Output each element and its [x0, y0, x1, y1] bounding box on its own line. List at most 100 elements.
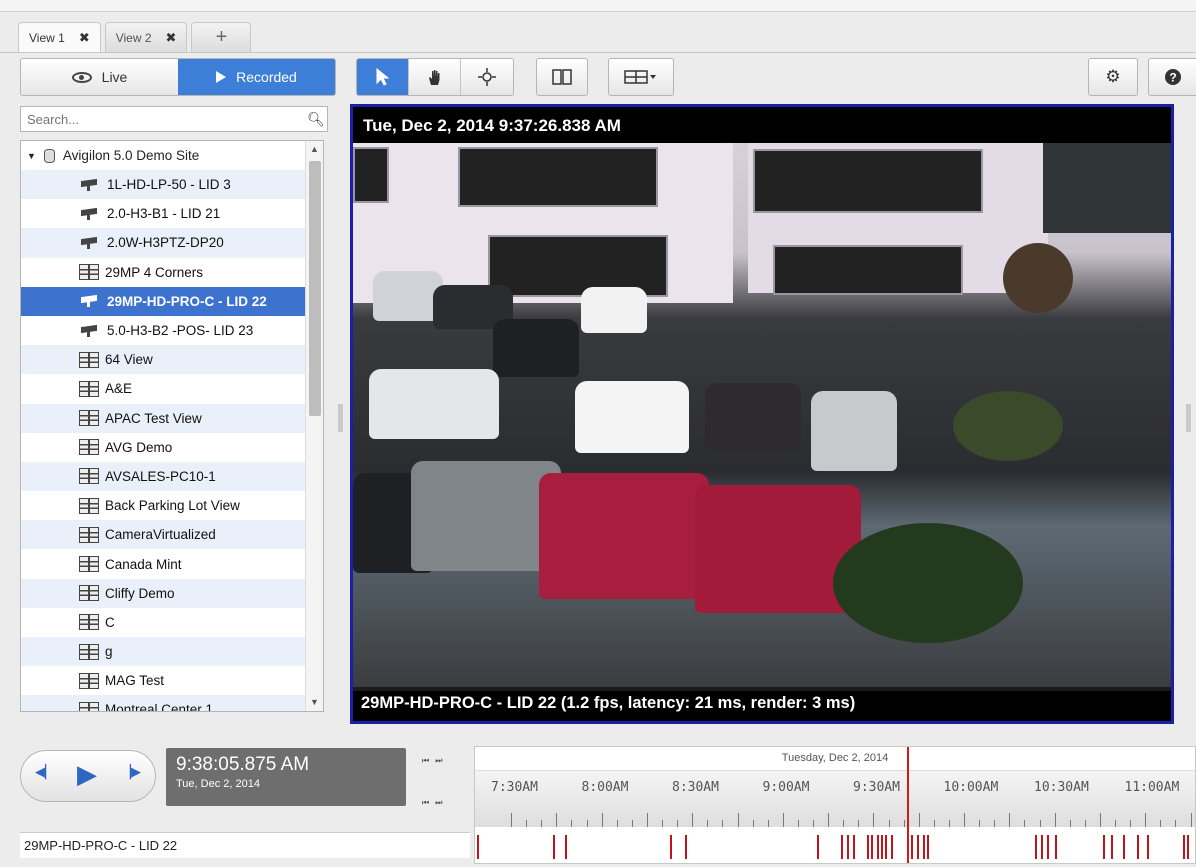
- timeline-tick: [1175, 820, 1177, 827]
- pan-tool-button[interactable]: [409, 59, 461, 95]
- step-forward-icon[interactable]: ▕▶: [121, 764, 141, 780]
- question-icon: ?: [1164, 69, 1181, 85]
- tree-item[interactable]: g: [21, 637, 323, 667]
- tree-item[interactable]: C: [21, 607, 323, 637]
- view-layout-icon: [79, 526, 99, 543]
- tree-item[interactable]: APAC Test View: [21, 403, 323, 433]
- tab-label: View 1: [29, 30, 65, 45]
- recording-segment: [847, 835, 849, 859]
- tree-item[interactable]: 1L-HD-LP-50 - LID 3: [21, 170, 323, 200]
- close-icon[interactable]: ✖: [166, 30, 177, 46]
- settings-button[interactable]: ⚙: [1088, 58, 1138, 96]
- timeline-tick: [1024, 820, 1026, 827]
- timeline-tick: [616, 820, 618, 827]
- tree-item[interactable]: 29MP-HD-PRO-C - LID 22: [21, 286, 323, 316]
- view-layout-icon: [79, 380, 99, 397]
- tree-item[interactable]: 2.0W-H3PTZ-DP20: [21, 228, 323, 258]
- tree-item[interactable]: AVSALES-PC10-1: [21, 461, 323, 492]
- tree-item[interactable]: 29MP 4 Corners: [21, 257, 323, 287]
- scroll-down-icon[interactable]: ▼: [310, 697, 319, 707]
- map-button[interactable]: [536, 58, 588, 96]
- timeline-tick: [526, 820, 528, 827]
- timeline-tick: [1054, 813, 1056, 827]
- tree-scrollbar[interactable]: ▲ ▼: [305, 141, 323, 711]
- recording-segment: [817, 835, 819, 859]
- camera-icon: [79, 324, 101, 338]
- right-splitter-handle[interactable]: [1186, 404, 1191, 432]
- site-root-node[interactable]: ▼ Avigilon 5.0 Demo Site: [21, 141, 323, 170]
- select-tool-button[interactable]: [357, 59, 409, 95]
- step-back-icon[interactable]: ◀▏: [35, 764, 55, 780]
- view-layout-icon: [79, 264, 99, 281]
- help-button[interactable]: ?: [1148, 58, 1196, 96]
- ptz-tool-button[interactable]: [461, 59, 513, 95]
- timeline-tick: [782, 813, 784, 827]
- timeline-jump-top-icon[interactable]: ⏮⏭: [422, 756, 448, 766]
- collapse-caret-icon[interactable]: ▼: [27, 151, 36, 161]
- tree-item[interactable]: Montreal Center 1: [21, 695, 323, 711]
- recording-segment: [1041, 835, 1043, 859]
- view-layout-icon: [79, 556, 99, 573]
- recorded-button[interactable]: Recorded: [178, 59, 335, 95]
- layout-dropdown-button[interactable]: [608, 58, 674, 96]
- timeline-date-header: Tuesday, Dec 2, 2014: [475, 747, 1195, 771]
- tree-item[interactable]: Canada Mint: [21, 549, 323, 579]
- timeline-tick: [752, 820, 754, 827]
- timeline-cursor[interactable]: [907, 747, 909, 863]
- tree-item[interactable]: AVG Demo: [21, 432, 323, 462]
- tree-item[interactable]: MAG Test: [21, 666, 323, 696]
- search-icon[interactable]: 🔍︎: [305, 111, 327, 128]
- tree-item[interactable]: A&E: [21, 374, 323, 404]
- tree-item[interactable]: 2.0-H3-B1 - LID 21: [21, 199, 323, 229]
- timeline-tick: [888, 820, 890, 827]
- close-icon[interactable]: ✖: [79, 30, 90, 46]
- tab-view-2[interactable]: View 2 ✖: [104, 22, 188, 52]
- tree-item[interactable]: Cliffy Demo: [21, 578, 323, 608]
- search-input[interactable]: [21, 111, 305, 127]
- live-label: Live: [101, 69, 128, 85]
- recording-segment: [923, 835, 925, 859]
- view-layout-icon: [79, 701, 99, 711]
- recording-segment: [1147, 835, 1149, 859]
- timeline-tick: [707, 820, 709, 827]
- recorded-label: Recorded: [236, 69, 297, 85]
- tree-item-label: 2.0W-H3PTZ-DP20: [107, 235, 224, 251]
- tree-item[interactable]: CameraVirtualized: [21, 520, 323, 550]
- recording-segment: [867, 835, 869, 859]
- scroll-thumb[interactable]: [309, 161, 321, 416]
- video-caption: 29MP-HD-PRO-C - LID 22 (1.2 fps, latency…: [353, 687, 1171, 721]
- add-tab-button[interactable]: +: [191, 22, 252, 52]
- left-splitter-handle[interactable]: [338, 404, 343, 432]
- timeline-tick: [646, 813, 648, 827]
- recording-segment: [553, 835, 555, 859]
- timeline-label: 8:00AM: [581, 780, 629, 795]
- timeline[interactable]: Tuesday, Dec 2, 2014 7:30AM 8:00AM 8:30AM 9…: [474, 746, 1196, 864]
- camera-search: 🔍︎: [20, 106, 328, 132]
- timeline-tick: [797, 820, 799, 827]
- camera-icon: [79, 236, 101, 250]
- video-tile[interactable]: Tue, Dec 2, 2014 9:37:26.838 AM 29MP-HD-…: [350, 104, 1174, 724]
- live-button[interactable]: Live: [21, 59, 178, 95]
- recording-segment: [1187, 835, 1189, 859]
- timeline-tick: [1190, 813, 1192, 827]
- timeline-tick: [692, 813, 694, 827]
- tab-view-1[interactable]: View 1 ✖: [18, 22, 101, 52]
- recording-segment: [891, 835, 893, 859]
- tree-item-label: g: [105, 644, 113, 660]
- timeline-tick: [586, 820, 588, 827]
- timeline-tick: [767, 820, 769, 827]
- timeline-tick: [948, 820, 950, 827]
- tree-item-label: 2.0-H3-B1 - LID 21: [107, 206, 221, 222]
- timeline-tick: [813, 820, 814, 827]
- timeline-tick: [1130, 820, 1132, 827]
- arrow-pointer-icon: [376, 68, 389, 86]
- tree-item[interactable]: 64 View: [21, 345, 323, 375]
- tree-item-label: Back Parking Lot View: [105, 498, 240, 514]
- tree-item[interactable]: 5.0-H3-B2 -POS- LID 23: [21, 315, 323, 346]
- scroll-up-icon[interactable]: ▲: [310, 144, 319, 154]
- tree-item-label: A&E: [105, 381, 133, 397]
- timeline-jump-bottom-icon[interactable]: ⏮⏭: [422, 798, 448, 808]
- timeline-tick: [1039, 820, 1041, 827]
- play-icon[interactable]: ▶: [77, 759, 97, 790]
- tree-item[interactable]: Back Parking Lot View: [21, 491, 323, 521]
